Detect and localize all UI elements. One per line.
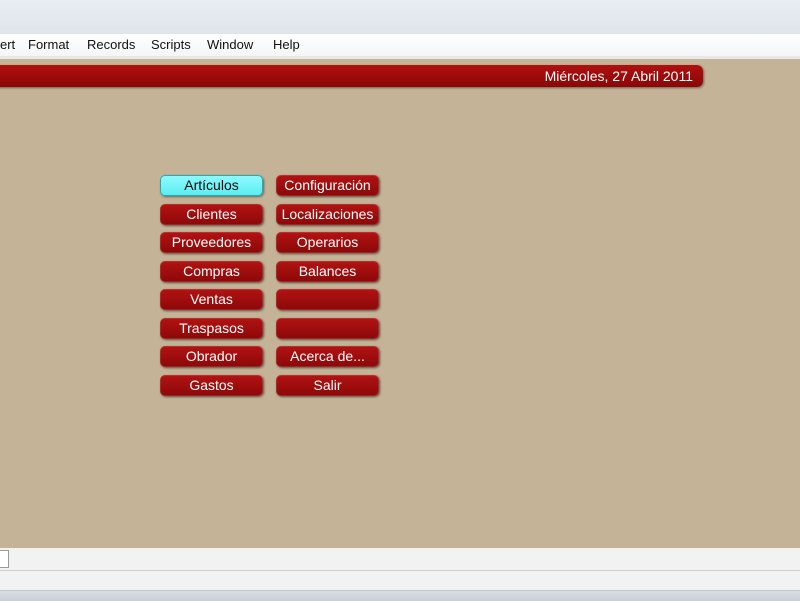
status-divider (0, 570, 800, 571)
localizaciones-button[interactable]: Localizaciones (276, 204, 379, 225)
taskbar-strip (0, 590, 800, 601)
clientes-button[interactable]: Clientes (160, 204, 263, 225)
operarios-button[interactable]: Operarios (276, 232, 379, 253)
articulos-button[interactable]: Artículos (160, 175, 263, 196)
acerca-de-button[interactable]: Acerca de... (276, 346, 379, 367)
configuracion-button[interactable]: Configuración (276, 175, 379, 196)
traspasos-button[interactable]: Traspasos (160, 318, 263, 339)
record-number-field[interactable] (0, 550, 9, 568)
proveedores-button[interactable]: Proveedores (160, 232, 263, 253)
balances-button[interactable]: Balances (276, 261, 379, 282)
menu-window[interactable]: Window (207, 37, 253, 53)
obrador-button[interactable]: Obrador (160, 346, 263, 367)
header-bar: Miércoles, 27 Abril 2011 (0, 65, 703, 87)
menu-help[interactable]: Help (273, 37, 300, 53)
salir-button[interactable]: Salir (276, 375, 379, 396)
ventas-button[interactable]: Ventas (160, 289, 263, 310)
menu-records[interactable]: Records (87, 37, 135, 53)
menu-format[interactable]: Format (28, 37, 69, 53)
blank-button-2[interactable] (276, 318, 379, 339)
compras-button[interactable]: Compras (160, 261, 263, 282)
menu-scripts[interactable]: Scripts (151, 37, 191, 53)
menu-bar: ert Format Records Scripts Window Help (0, 34, 800, 57)
window-titlebar (0, 0, 800, 35)
menu-insert[interactable]: ert (0, 37, 15, 53)
blank-button-1[interactable] (276, 289, 379, 310)
gastos-button[interactable]: Gastos (160, 375, 263, 396)
main-layout: Miércoles, 27 Abril 2011 Artículos Clien… (0, 59, 800, 548)
current-date: Miércoles, 27 Abril 2011 (544, 68, 693, 84)
